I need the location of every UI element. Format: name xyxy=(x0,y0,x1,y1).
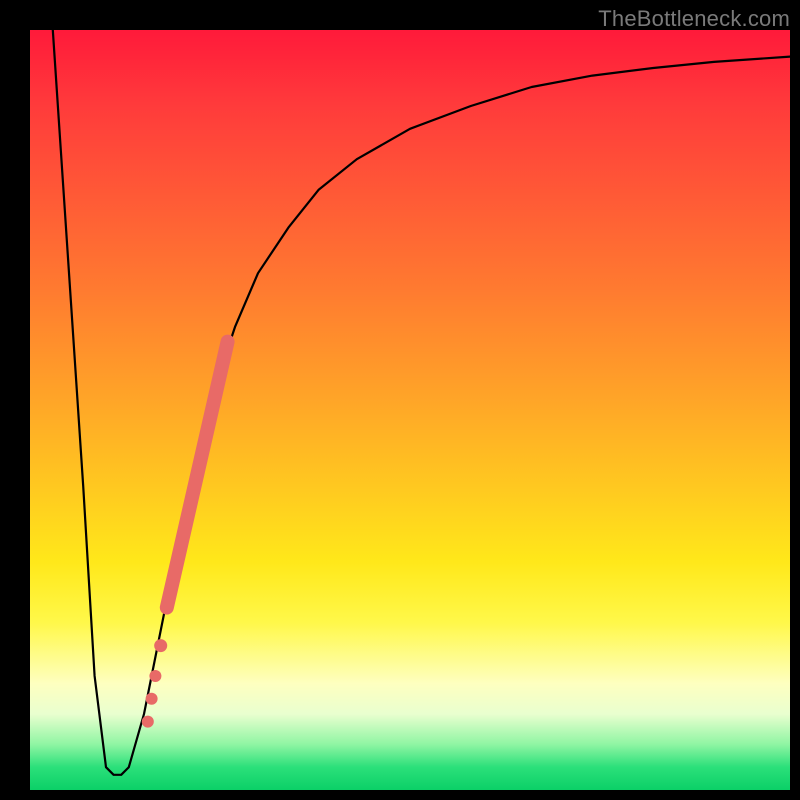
bottleneck-curve xyxy=(53,30,790,775)
curve-layer xyxy=(30,30,790,790)
plot-area xyxy=(30,30,790,790)
chart-stage: TheBottleneck.com xyxy=(0,0,800,800)
highlight-dot xyxy=(154,639,167,652)
watermark-text: TheBottleneck.com xyxy=(598,6,790,32)
highlight-dot xyxy=(149,670,161,682)
highlight-dot xyxy=(142,716,154,728)
highlight-band xyxy=(167,342,228,608)
highlight-dot xyxy=(146,693,158,705)
